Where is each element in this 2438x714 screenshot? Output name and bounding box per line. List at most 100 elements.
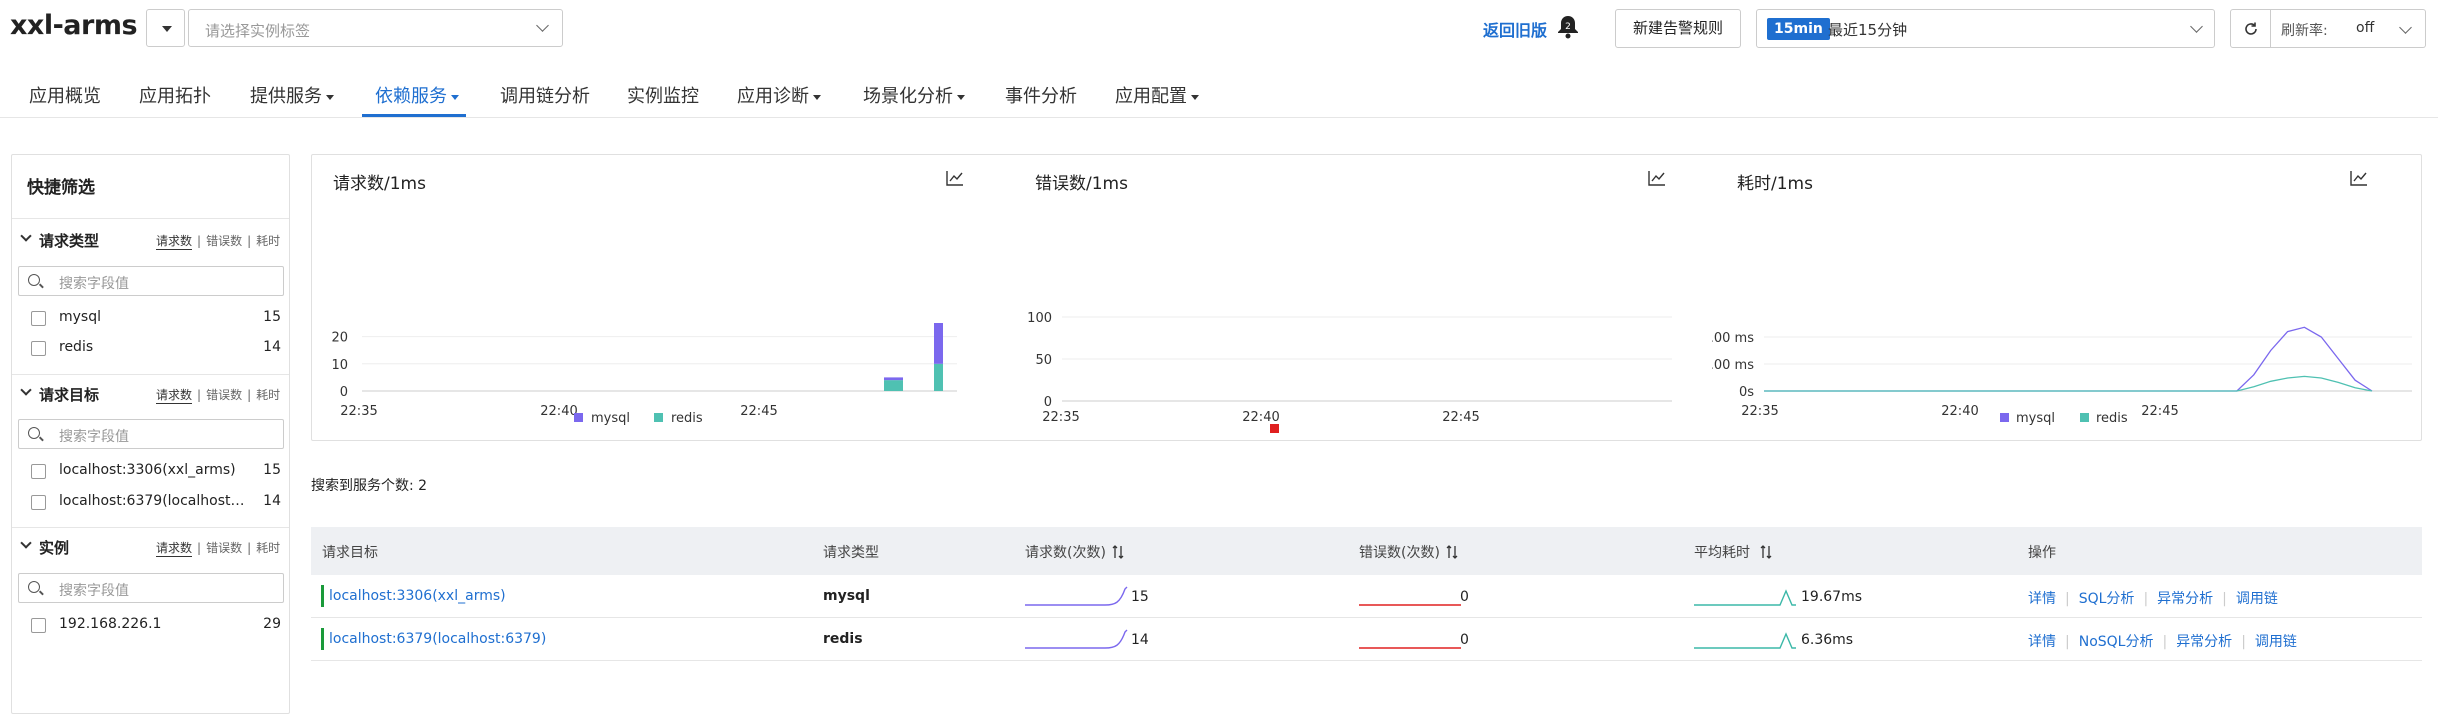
option-count: 15	[263, 309, 281, 325]
bar-redis	[934, 363, 943, 391]
caret-down-icon	[957, 94, 965, 100]
column-header-requests[interactable]: 请求数(次数)	[1025, 542, 1124, 562]
details-link[interactable]: 详情	[2028, 591, 2056, 607]
new-alert-rule-button[interactable]: 新建告警规则	[1615, 9, 1741, 48]
exception-analysis-link[interactable]: 异常分析	[2176, 634, 2232, 650]
option-count: 14	[263, 493, 281, 509]
notification-bell-icon[interactable]: 2	[1556, 14, 1580, 40]
app-dropdown-button[interactable]	[146, 9, 185, 47]
metric-tab-errors[interactable]: 错误数	[206, 539, 242, 556]
tab-app-config[interactable]: 应用配置	[1115, 82, 1199, 108]
metric-tab-errors[interactable]: 错误数	[206, 386, 242, 403]
bar-mysql	[884, 377, 903, 381]
metric-tab-latency[interactable]: 耗时	[256, 232, 280, 249]
instance-tag-select[interactable]: 请选择实例标签	[188, 9, 563, 47]
chevron-down-icon	[20, 230, 32, 242]
column-header-target: 请求目标	[322, 545, 378, 561]
tab-trace-analysis[interactable]: 调用链分析	[500, 82, 590, 108]
divider	[12, 218, 289, 219]
tab-app-diagnosis[interactable]: 应用诊断	[737, 82, 821, 108]
search-input[interactable]: 搜索字段值	[18, 266, 284, 296]
series-line-redis	[1764, 375, 2373, 392]
tab-instance-monitor[interactable]: 实例监控	[627, 82, 699, 108]
details-link[interactable]: 详情	[2028, 634, 2056, 650]
metric-tab-requests[interactable]: 请求数	[156, 232, 193, 250]
exception-analysis-link[interactable]: 异常分析	[2157, 591, 2213, 607]
latency-sparkline	[1694, 589, 1796, 606]
x-tick-label: 22:40	[1242, 410, 1279, 425]
filter-option[interactable]: 192.168.226.1 29	[31, 615, 281, 637]
checkbox[interactable]	[31, 311, 46, 326]
metric-tab-requests[interactable]: 请求数	[156, 539, 193, 557]
search-input[interactable]: 搜索字段值	[18, 419, 284, 449]
target-link[interactable]: localhost:3306(xxl_arms)	[329, 588, 506, 604]
y-tick-label: 100	[1027, 311, 1052, 326]
back-to-old-version-link[interactable]: 返回旧版	[1483, 17, 1547, 41]
filter-section-instance[interactable]: 实例 请求数 | 错误数 | 耗时	[12, 533, 289, 563]
tab-app-topology[interactable]: 应用拓扑	[139, 82, 211, 108]
filter-section-request-type[interactable]: 请求类型 请求数 | 错误数 | 耗时	[12, 226, 289, 256]
svg-text:2: 2	[1565, 22, 1571, 32]
refresh-rate-value: off	[2356, 20, 2375, 36]
sort-icon[interactable]	[1760, 545, 1772, 559]
tab-app-overview[interactable]: 应用概览	[29, 82, 101, 108]
main-nav: 应用概览 应用拓扑 提供服务 依赖服务 调用链分析 实例监控 应用诊断 场景化分…	[0, 60, 2438, 118]
chevron-down-icon	[20, 537, 32, 549]
table-row: localhost:6379(localhost:6379) redis 14 …	[311, 618, 2422, 661]
trace-link[interactable]: 调用链	[2236, 591, 2278, 607]
checkbox[interactable]	[31, 495, 46, 510]
filter-option[interactable]: redis 14	[31, 338, 281, 360]
checkbox[interactable]	[31, 464, 46, 479]
tab-dependent-services[interactable]: 依赖服务	[375, 82, 459, 108]
refresh-button[interactable]	[2230, 9, 2271, 48]
section-label: 实例	[39, 539, 70, 557]
filter-section-request-target[interactable]: 请求目标 请求数 | 错误数 | 耗时	[12, 380, 289, 410]
y-tick-label: 20	[331, 331, 348, 346]
column-header-avg-latency[interactable]: 平均耗时	[1694, 542, 1772, 562]
status-indicator	[321, 628, 324, 650]
x-tick-label: 22:40	[540, 404, 577, 419]
requests-chart: 0 10 20 22:35 22:40 22:45 mysql redis	[331, 323, 957, 426]
latency-value: 19.67ms	[1801, 589, 1863, 605]
trace-link[interactable]: 调用链	[2255, 634, 2297, 650]
chevron-down-icon	[2399, 21, 2412, 34]
x-tick-label: 22:35	[1042, 410, 1079, 425]
time-range-select[interactable]: 15min 最近15分钟	[1756, 9, 2215, 48]
divider	[12, 527, 289, 528]
bar-mysql	[934, 323, 943, 364]
metric-tab-errors[interactable]: 错误数	[206, 232, 242, 249]
filter-option[interactable]: mysql 15	[31, 308, 281, 330]
tab-provided-services[interactable]: 提供服务	[250, 82, 334, 108]
sort-icon[interactable]	[1446, 545, 1458, 559]
metric-tab-requests[interactable]: 请求数	[156, 386, 193, 404]
column-header-errors[interactable]: 错误数(次数)	[1359, 542, 1458, 562]
tab-scenario-analysis[interactable]: 场景化分析	[863, 82, 965, 108]
metric-tab-latency[interactable]: 耗时	[256, 386, 280, 403]
request-type: redis	[823, 631, 863, 647]
search-icon	[28, 274, 40, 286]
sql-analysis-link[interactable]: SQL分析	[2079, 591, 2135, 607]
time-range-label: 最近15分钟	[1828, 21, 1908, 39]
requests-sparkline	[1025, 629, 1128, 649]
table-header: 请求目标 请求类型 请求数(次数) 错误数(次数) 平均耗时 操作	[311, 527, 2422, 575]
metric-tabs: 请求数 | 错误数 | 耗时	[156, 539, 281, 557]
caret-down-icon	[451, 94, 459, 100]
checkbox[interactable]	[31, 341, 46, 356]
target-link[interactable]: localhost:6379(localhost:6379)	[329, 631, 546, 647]
errors-chart: 0 50 100 22:35 22:40 22:45	[1027, 311, 1672, 433]
refresh-rate-select[interactable]: 刷新率: off	[2271, 9, 2426, 48]
sort-icon[interactable]	[1112, 545, 1124, 559]
option-label: 192.168.226.1	[59, 616, 162, 632]
quick-filter-panel: 快捷筛选 请求类型 请求数 | 错误数 | 耗时 搜索字段值 mysql 15 redis…	[11, 154, 290, 714]
filter-option[interactable]: localhost:6379(localhost:6379) 14	[31, 492, 281, 514]
filter-option[interactable]: localhost:3306(xxl_arms) 15	[31, 461, 281, 483]
search-input[interactable]: 搜索字段值	[18, 573, 284, 603]
requests-sparkline	[1025, 586, 1128, 606]
tab-event-analysis[interactable]: 事件分析	[1005, 82, 1077, 108]
nosql-analysis-link[interactable]: NoSQL分析	[2079, 634, 2154, 650]
row-actions: 详情 | NoSQL分析 | 异常分析 | 调用链	[2028, 634, 2297, 650]
checkbox[interactable]	[31, 618, 46, 633]
metric-tabs: 请求数 | 错误数 | 耗时	[156, 232, 281, 250]
y-tick-label: 50.00 ms	[1712, 358, 1754, 373]
metric-tab-latency[interactable]: 耗时	[256, 539, 280, 556]
